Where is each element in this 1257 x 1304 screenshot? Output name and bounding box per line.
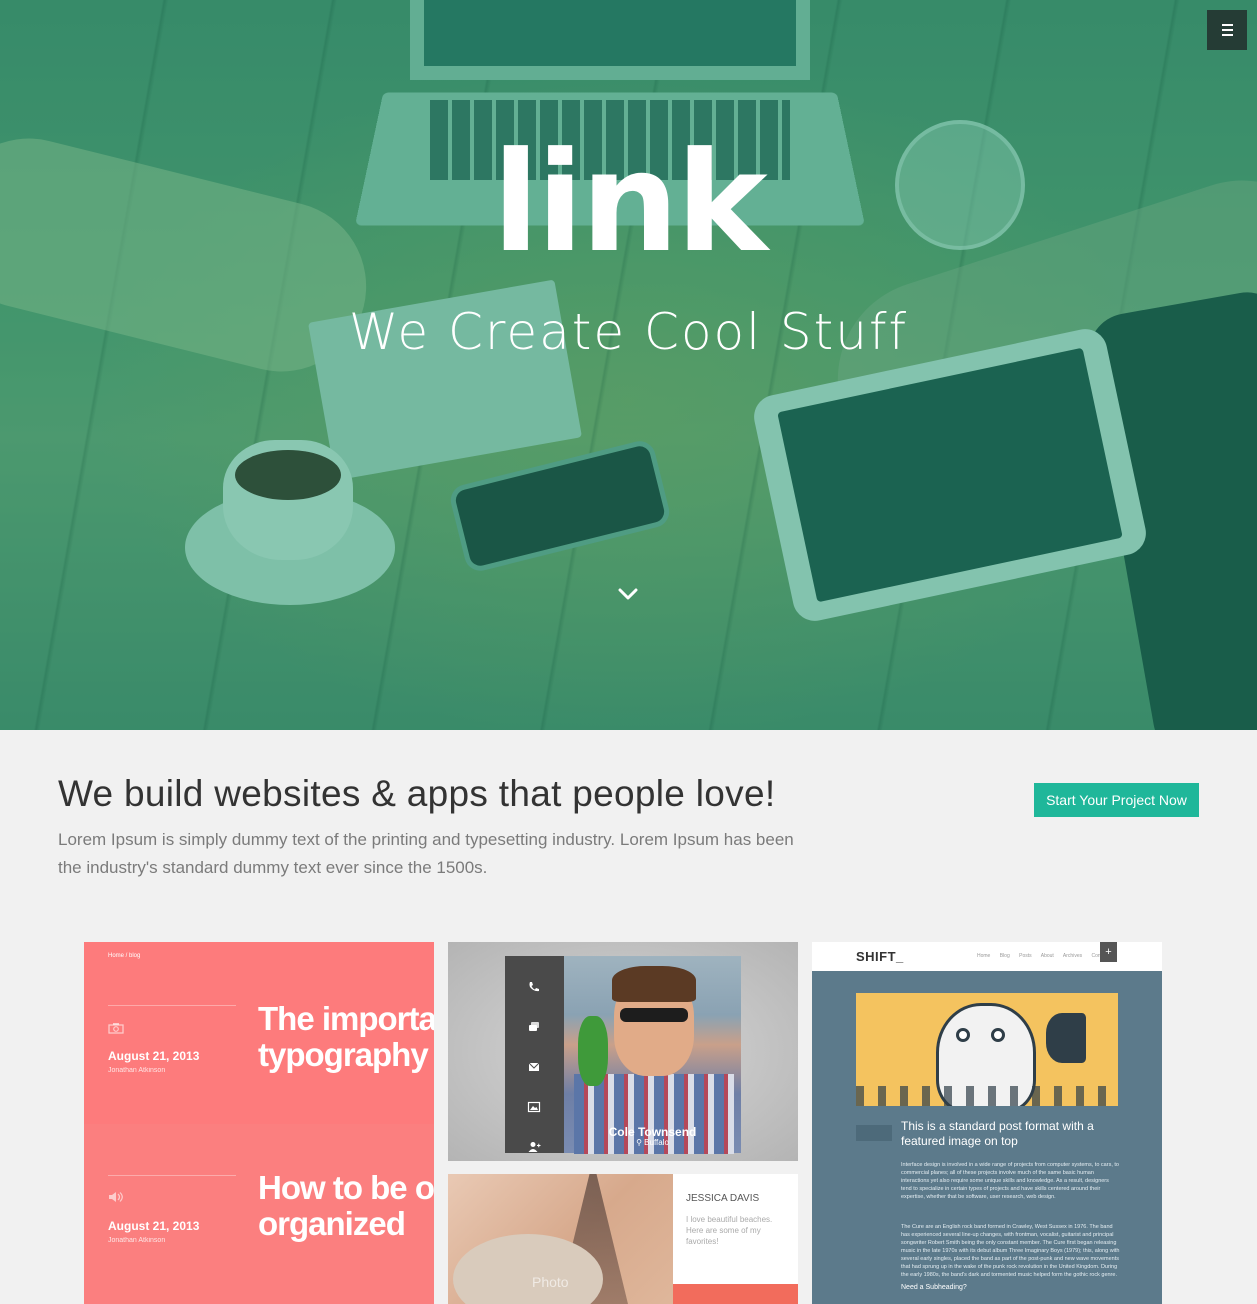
profile-sidebar xyxy=(505,956,564,1153)
scroll-down-chevron-icon[interactable] xyxy=(617,583,639,605)
post-date: August 21, 2013 xyxy=(108,1219,200,1233)
post-subheading: Need a Subheading? xyxy=(901,1284,967,1291)
breadcrumb: Home / blog xyxy=(108,953,141,959)
theme-logo: SHIFT_ xyxy=(856,949,904,964)
profile-location: ⚲ Buffalo xyxy=(636,1138,669,1147)
plus-icon: + xyxy=(1100,942,1117,962)
intro-paragraph: Lorem Ipsum is simply dummy text of the … xyxy=(58,830,794,877)
post-headline: How to be o xyxy=(258,1169,434,1206)
add-user-icon xyxy=(528,1142,541,1152)
phone-icon xyxy=(529,982,539,992)
hamburger-icon-bar xyxy=(1221,34,1233,36)
profile-bio: I love beautiful beaches. Here are some … xyxy=(686,1215,773,1246)
intro-heading: We build websites & apps that people lov… xyxy=(58,773,776,814)
brand-logo: link xyxy=(492,122,768,283)
photo-watermark: Photo xyxy=(532,1274,569,1290)
hamburger-icon-bar xyxy=(1221,29,1233,31)
hamburger-icon-bar xyxy=(1221,24,1233,26)
portfolio-item-shift-theme[interactable]: SHIFT_ Home Blog Posts About Archives Co… xyxy=(812,942,1162,1304)
post-title: This is a standard post format with a fe… xyxy=(901,1119,1094,1148)
divider xyxy=(108,1005,236,1006)
start-project-button[interactable]: Start Your Project Now xyxy=(1034,783,1199,817)
hero-section: link We Create Cool Stuff xyxy=(0,0,1257,730)
mail-icon xyxy=(528,1062,540,1071)
chat-icon xyxy=(529,1022,539,1031)
speaker-icon xyxy=(108,1190,124,1202)
profile-name: JESSICA DAVIS xyxy=(686,1193,760,1204)
profile-name: Cole Townsend xyxy=(608,1125,697,1139)
post-headline: organized xyxy=(258,1205,406,1242)
post-paragraph: The Cure are an English rock band formed… xyxy=(901,1224,1120,1278)
post-headline: typography xyxy=(258,1036,429,1073)
camera-icon xyxy=(108,1021,124,1034)
hero-tagline: We Create Cool Stuff xyxy=(348,303,909,361)
post-paragraph: Interface design is involved in a wide r… xyxy=(901,1162,1119,1200)
portfolio-item-blog[interactable]: Home / blog August 21, 2013 Jonathan Atk… xyxy=(84,942,434,1304)
post-date: August 21, 2013 xyxy=(108,1049,200,1063)
post-headline: The importa xyxy=(258,1000,434,1037)
theme-header: SHIFT_ Home Blog Posts About Archives Co… xyxy=(812,942,1162,971)
menu-toggle-button[interactable] xyxy=(1207,10,1247,50)
hero-color-overlay xyxy=(0,0,1257,730)
post-author: Jonathan Atkinson xyxy=(108,1067,166,1074)
post-author: Jonathan Atkinson xyxy=(108,1237,166,1244)
post-meta xyxy=(856,1125,892,1141)
theme-nav: Home Blog Posts About Archives Contact xyxy=(977,953,1109,959)
portfolio-item-profile[interactable]: Cole Townsend ⚲ Buffalo xyxy=(448,942,798,1161)
profile-card: JESSICA DAVIS I love beautiful beaches. … xyxy=(673,1174,798,1304)
featured-illustration xyxy=(856,993,1118,1106)
divider xyxy=(108,1175,236,1176)
portfolio-item-travel[interactable]: Photo JESSICA DAVIS I love beautiful bea… xyxy=(448,1174,798,1304)
card-accent-bar xyxy=(673,1284,798,1304)
location-pin-icon: ⚲ xyxy=(636,1138,645,1147)
profile-photo xyxy=(564,956,741,1154)
image-icon xyxy=(527,1101,541,1113)
